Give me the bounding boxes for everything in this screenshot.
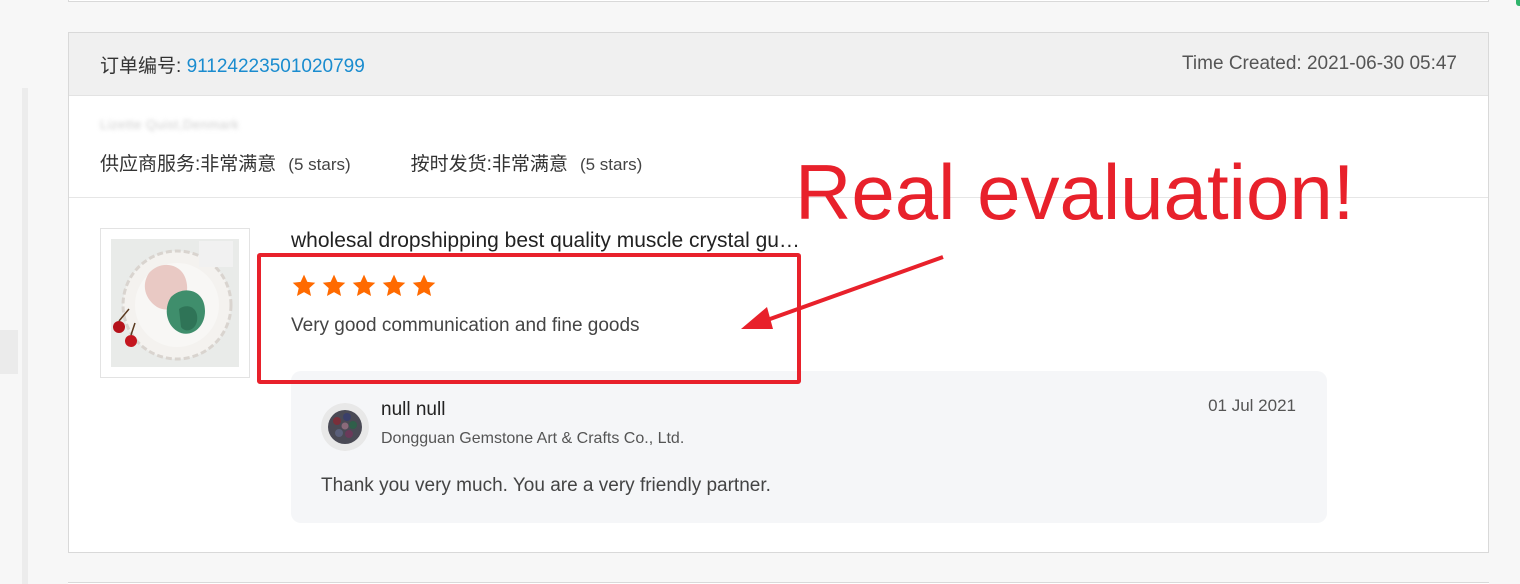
product-title[interactable]: wholesal dropshipping best quality muscl… bbox=[291, 229, 801, 253]
order-number: 订单编号: 91124223501020799 bbox=[100, 51, 365, 78]
reply-text: Thank you very much. You are a very frie… bbox=[321, 475, 771, 496]
annotation-highlight-box bbox=[257, 253, 801, 384]
product-image bbox=[101, 229, 249, 377]
buyer-info-blurred: Lizette Quist,Denmark bbox=[100, 117, 240, 132]
supplier-ratings: 供应商服务: 非常满意 (5 stars) 按时发货: 非常满意 (5 star… bbox=[100, 149, 642, 176]
previous-order-card bbox=[68, 0, 1489, 2]
corner-indicator bbox=[1516, 0, 1520, 6]
sidebar-scroll-track[interactable] bbox=[22, 88, 28, 584]
reply-author-name: null null bbox=[381, 399, 446, 420]
rating-value: 非常满意 bbox=[200, 154, 277, 175]
avatar bbox=[321, 403, 369, 451]
gemstone-avatar-icon bbox=[321, 403, 369, 451]
rating-label: 供应商服务: bbox=[100, 154, 201, 175]
time-created: Time Created: 2021-06-30 05:47 bbox=[1182, 53, 1457, 75]
sidebar-collapse-tab[interactable] bbox=[0, 330, 18, 374]
rating-on-time-delivery: 按时发货: 非常满意 (5 stars) bbox=[411, 149, 643, 176]
supplier-reply: null null Dongguan Gemstone Art & Crafts… bbox=[291, 371, 1327, 523]
annotation-arrow-icon bbox=[741, 255, 944, 329]
order-number-link[interactable]: 91124223501020799 bbox=[187, 56, 365, 77]
rating-label: 按时发货: bbox=[410, 154, 492, 175]
order-header: 订单编号: 91124223501020799 Time Created: 20… bbox=[69, 33, 1488, 96]
product-thumbnail[interactable] bbox=[100, 228, 250, 378]
rating-stars-note: (5 stars) bbox=[288, 155, 351, 174]
order-review-card: 订单编号: 91124223501020799 Time Created: 20… bbox=[68, 32, 1489, 553]
order-number-label: 订单编号: bbox=[100, 55, 182, 77]
rating-stars-note: (5 stars) bbox=[579, 155, 643, 174]
reply-company-name[interactable]: Dongguan Gemstone Art & Crafts Co., Ltd. bbox=[381, 430, 684, 448]
time-created-label: Time Created: bbox=[1182, 53, 1302, 74]
rating-supplier-service: 供应商服务: 非常满意 (5 stars) bbox=[100, 149, 351, 176]
reply-date: 01 Jul 2021 bbox=[1208, 396, 1296, 415]
rating-value: 非常满意 bbox=[491, 154, 568, 175]
left-sidebar-rail bbox=[0, 0, 30, 584]
annotation-text: Real evaluation! bbox=[795, 148, 1355, 236]
page-root: 订单编号: 91124223501020799 Time Created: 20… bbox=[0, 0, 1520, 584]
time-created-value: 2021-06-30 05:47 bbox=[1306, 53, 1457, 74]
